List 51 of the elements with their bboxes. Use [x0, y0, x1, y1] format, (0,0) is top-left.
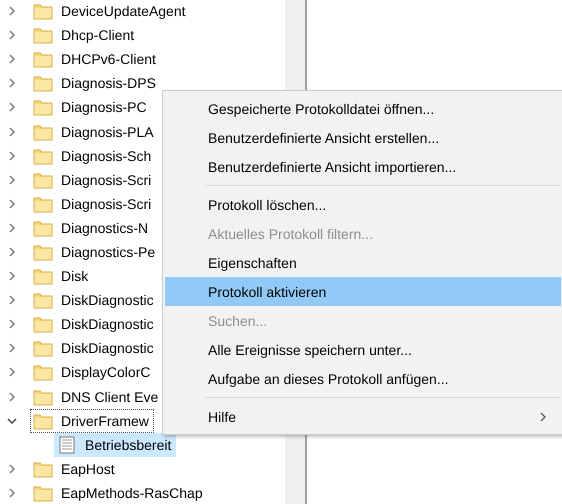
folder-icon	[33, 50, 53, 68]
tree-item[interactable]: DiskDiagnostic	[30, 312, 159, 336]
folder-icon	[33, 26, 53, 44]
folder-icon	[33, 412, 53, 430]
folder-icon	[33, 484, 53, 502]
tree-item[interactable]: Betriebsbereit	[54, 432, 176, 457]
folder-icon	[33, 146, 53, 165]
menu-item[interactable]: Benutzerdefinierte Ansicht erstellen...	[165, 123, 561, 152]
menu-item[interactable]: Aufgabe an dieses Protokoll anfügen...	[165, 364, 561, 393]
folder-icon	[33, 460, 53, 478]
tree-item[interactable]: Diagnosis-PC	[30, 95, 152, 120]
folder-icon	[33, 339, 53, 358]
menu-item[interactable]: Benutzerdefinierte Ansicht importieren...	[165, 152, 561, 181]
folder-icon	[33, 98, 53, 116]
menu-item[interactable]: Protokoll löschen...	[165, 190, 561, 219]
tree-item[interactable]: Diagnosis-DPS	[30, 71, 161, 96]
tree-item[interactable]: Diagnostics-Pe	[30, 240, 160, 264]
menu-item[interactable]: Protokoll aktivieren	[165, 277, 561, 306]
folder-icon	[33, 170, 53, 189]
tree-item[interactable]: Diagnosis-PLA	[30, 120, 159, 144]
folder-icon	[33, 242, 53, 261]
chevron-right-icon	[539, 410, 547, 422]
folder-icon	[33, 2, 53, 20]
folder-icon	[33, 291, 53, 310]
tree-item[interactable]: EapHost	[30, 456, 120, 481]
tree-item[interactable]: DHCPv6-Client	[30, 47, 161, 72]
tree-item[interactable]: DNS Client Eve	[30, 384, 164, 409]
tree-item[interactable]: Diagnostics-N	[30, 216, 154, 240]
menu-item[interactable]: Alle Ereignisse speichern unter...	[165, 335, 561, 364]
folder-icon	[33, 363, 53, 382]
menu-item[interactable]: Hilfe	[165, 402, 561, 431]
folder-icon	[33, 388, 53, 406]
tree-item[interactable]: DiskDiagnostic	[30, 288, 159, 312]
tree-item[interactable]: Diagnosis-Scri	[30, 192, 156, 216]
log-icon	[57, 436, 77, 454]
tree-item[interactable]: Disk	[30, 264, 94, 288]
menu-item[interactable]: Eigenschaften	[165, 248, 561, 277]
folder-icon	[33, 315, 53, 334]
menu-item[interactable]: Gespeicherte Protokolldatei öffnen...	[165, 94, 561, 123]
folder-icon	[33, 194, 53, 213]
tree-item[interactable]: Diagnosis-Sch	[30, 144, 156, 168]
tree-item[interactable]: DisplayColorC	[30, 360, 156, 384]
tree-item[interactable]: DeviceUpdateAgent	[30, 0, 191, 24]
tree-item[interactable]: Diagnosis-Scri	[30, 168, 156, 192]
folder-icon	[33, 74, 53, 92]
tree-item[interactable]: Dhcp-Client	[30, 23, 140, 48]
folder-icon	[33, 218, 53, 237]
folder-icon	[33, 267, 53, 286]
tree-item[interactable]: EapMethods-RasChap	[30, 480, 208, 504]
folder-icon	[33, 122, 53, 141]
tree-item[interactable]: DiskDiagnostic	[30, 336, 159, 360]
